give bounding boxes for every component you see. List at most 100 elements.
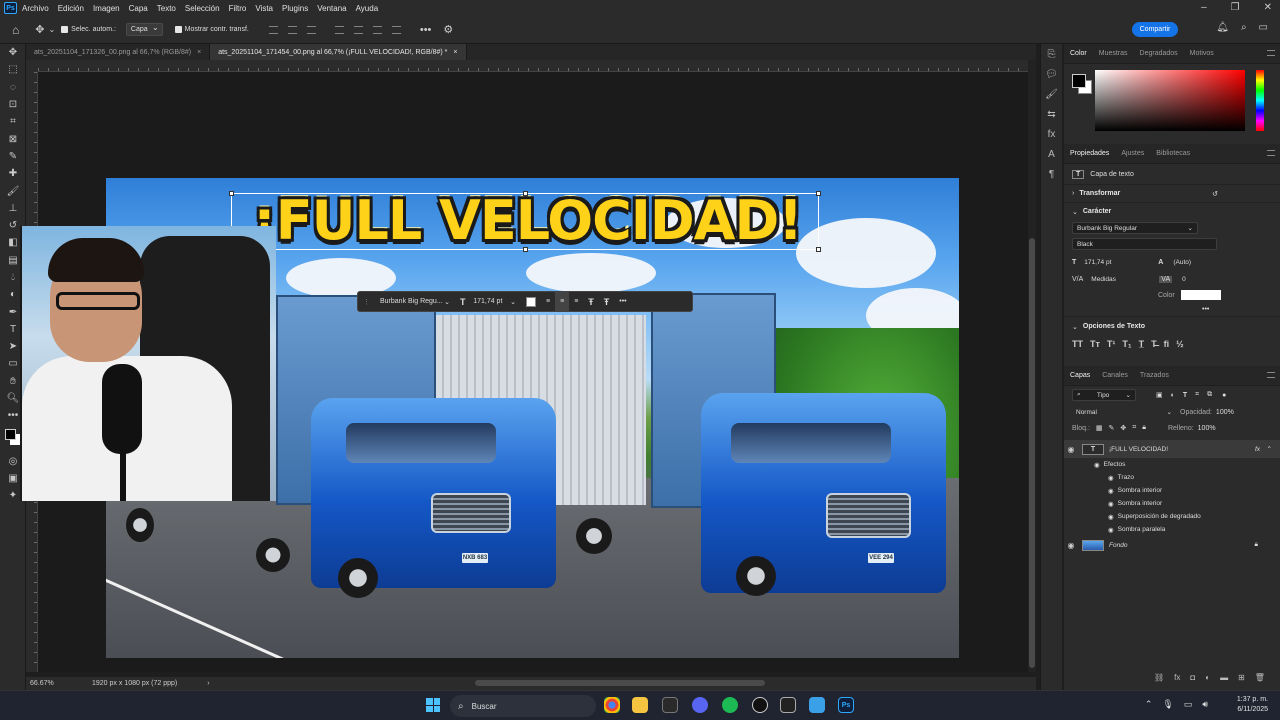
drag-handle-icon[interactable]: ⋮ [358,292,375,311]
ligature-icon[interactable]: fi [1164,339,1170,349]
search-icon[interactable]: ⌕ [1241,22,1247,33]
subscript-icon[interactable]: T₁ [1122,339,1131,349]
character-section[interactable]: ⌄ Carácter [1064,202,1280,220]
align-center-icon[interactable] [287,25,297,34]
all-caps-icon[interactable]: TT [1072,339,1083,349]
effects-row[interactable]: ◉ Efectos [1064,458,1280,471]
store-icon[interactable] [662,697,678,713]
tab-layers[interactable]: Capas [1064,372,1096,379]
eye-icon[interactable]: ◉ [1108,500,1114,508]
font-style-select[interactable]: Black [1072,238,1217,250]
effect-name[interactable]: Trazo [1118,474,1134,481]
font-size-field[interactable]: 171,74 pt [1080,257,1120,269]
horizontal-ruler[interactable] [38,60,1028,72]
brush-tool-icon[interactable]: 🖌︎ [0,182,26,199]
layer-name[interactable]: ¡FULL VELOCIDAD! [1109,446,1168,453]
frame-tool-icon[interactable]: ⊠ [0,130,26,147]
eyedropper-icon[interactable]: ✎ [0,148,26,165]
foreground-color-icon[interactable] [5,428,16,440]
menu-texto[interactable]: Texto [157,4,176,13]
tab-document-2[interactable]: ats_20251104_171454_00.png al 66,7% (¡FU… [210,44,467,60]
auto-select-checkbox[interactable]: Selec. autom.: [61,26,116,33]
menu-ayuda[interactable]: Ayuda [356,4,379,13]
more-options-icon[interactable]: ••• [614,292,631,311]
layer-name[interactable]: Fondo [1109,542,1127,549]
character-icon[interactable]: A [1041,144,1062,164]
horizontal-scroll-thumb[interactable] [475,680,765,686]
fx-icon[interactable]: fx [1041,124,1062,144]
obs-icon[interactable] [752,697,768,713]
clock[interactable]: 1:37 p. m. 6/11/2025 [1237,695,1268,715]
eye-icon[interactable]: ◉ [1064,541,1078,550]
align-right-icon[interactable] [306,25,316,34]
microphone-icon[interactable]: 🎙︎ [1162,699,1173,710]
fx-icon[interactable]: fx [1255,446,1260,453]
fx-icon[interactable]: fx [1174,673,1180,682]
crop-tool-icon[interactable]: ⌗ [0,113,26,130]
workspace-icon[interactable]: ▭ [1259,22,1268,33]
close-tab-icon[interactable]: × [197,49,201,56]
move-tool-icon[interactable]: ✥ [0,44,26,61]
menu-archivo[interactable]: Archivo [22,4,49,13]
lock-transparency-icon[interactable]: ▦ [1096,424,1103,432]
adjust-icon[interactable]: ⇆ [1041,104,1062,124]
small-caps-icon[interactable]: Tт [1090,339,1100,349]
menu-seleccion[interactable]: Selección [185,4,220,13]
healing-brush-icon[interactable]: ✚ [0,165,26,182]
history-icon[interactable]: ⎘ [1041,44,1062,64]
panel-menu-icon[interactable] [1267,150,1275,156]
menu-capa[interactable]: Capa [129,4,148,13]
mask-icon[interactable]: ◘ [1190,673,1195,682]
blend-mode-select[interactable]: Normal ⌄ [1072,406,1176,418]
lock-icon[interactable]: 🔒︎ [1255,541,1258,549]
lock-pixels-icon[interactable]: ✎ [1109,424,1115,432]
gear-icon[interactable]: ⚙ [443,23,453,36]
reset-icon[interactable]: ↺ [1212,190,1218,198]
tab-gradients[interactable]: Degradados [1134,50,1184,57]
object-selection-icon[interactable]: ⊡ [0,96,26,113]
spotify-icon[interactable] [722,697,738,713]
underline-icon[interactable]: T̲ [1139,339,1145,349]
home-icon[interactable]: ⌂ [12,23,19,37]
group-icon[interactable]: ▬ [1220,673,1228,682]
strikethrough-icon[interactable]: T̶ [1151,339,1157,349]
lock-position-icon[interactable]: ✥ [1120,424,1126,432]
menu-filtro[interactable]: Filtro [229,4,247,13]
clone-stamp-icon[interactable]: ⊥ [0,200,26,217]
more-options-icon[interactable]: ••• [1202,306,1209,313]
bell-icon[interactable]: 🔔︎ [1216,22,1229,33]
align-left-text-icon[interactable]: ≡ [541,292,555,311]
trash-icon[interactable]: 🗑︎ [1255,673,1265,682]
align-bottom-icon[interactable] [372,25,382,34]
tab-patterns[interactable]: Motivos [1184,50,1220,57]
menu-edicion[interactable]: Edición [58,4,84,13]
menu-plugins[interactable]: Plugins [282,4,308,13]
font-family-select[interactable]: Burbank Big Regular ⌄ [1072,222,1198,234]
leading-field[interactable]: (Auto) [1169,257,1215,269]
comments-icon[interactable]: 💬︎ [1041,64,1062,84]
lock-artboard-icon[interactable]: ⌗ [1132,424,1136,432]
warp-text-icon[interactable]: Ŧ [583,292,599,311]
effect-name[interactable]: Superposición de degradado [1118,513,1201,520]
effect-row[interactable]: ◉ Sombra interior [1064,497,1280,510]
chrome-icon[interactable] [604,697,620,713]
eye-icon[interactable]: ◉ [1108,513,1114,521]
chevron-up-icon[interactable]: ⌃ [1267,445,1272,453]
close-tab-icon[interactable]: × [453,49,457,56]
tab-channels[interactable]: Canales [1096,372,1134,379]
eye-icon[interactable]: ◉ [1064,445,1078,454]
windows-start-icon[interactable] [426,698,440,712]
layer-row-background[interactable]: ◉ Fondo 🔒︎ [1064,536,1280,554]
align-top-icon[interactable] [334,25,344,34]
tab-swatches[interactable]: Muestras [1093,50,1134,57]
superscript-icon[interactable]: T¹ [1107,339,1116,349]
show-transform-checkbox[interactable]: Mostrar contr. transf. [174,26,249,33]
move-tool-icon[interactable]: ✥ [35,23,44,36]
panel-menu-icon[interactable] [1267,50,1275,56]
tab-properties[interactable]: Propiedades [1064,150,1115,157]
align-middle-icon[interactable] [353,25,363,34]
more-options-icon[interactable]: ••• [420,24,432,36]
filter-toggle-icon[interactable]: ● [1222,392,1226,399]
font-size-dropdown[interactable]: T 171,74 pt ⌄ [455,292,521,311]
eye-icon[interactable]: ◉ [1108,487,1114,495]
